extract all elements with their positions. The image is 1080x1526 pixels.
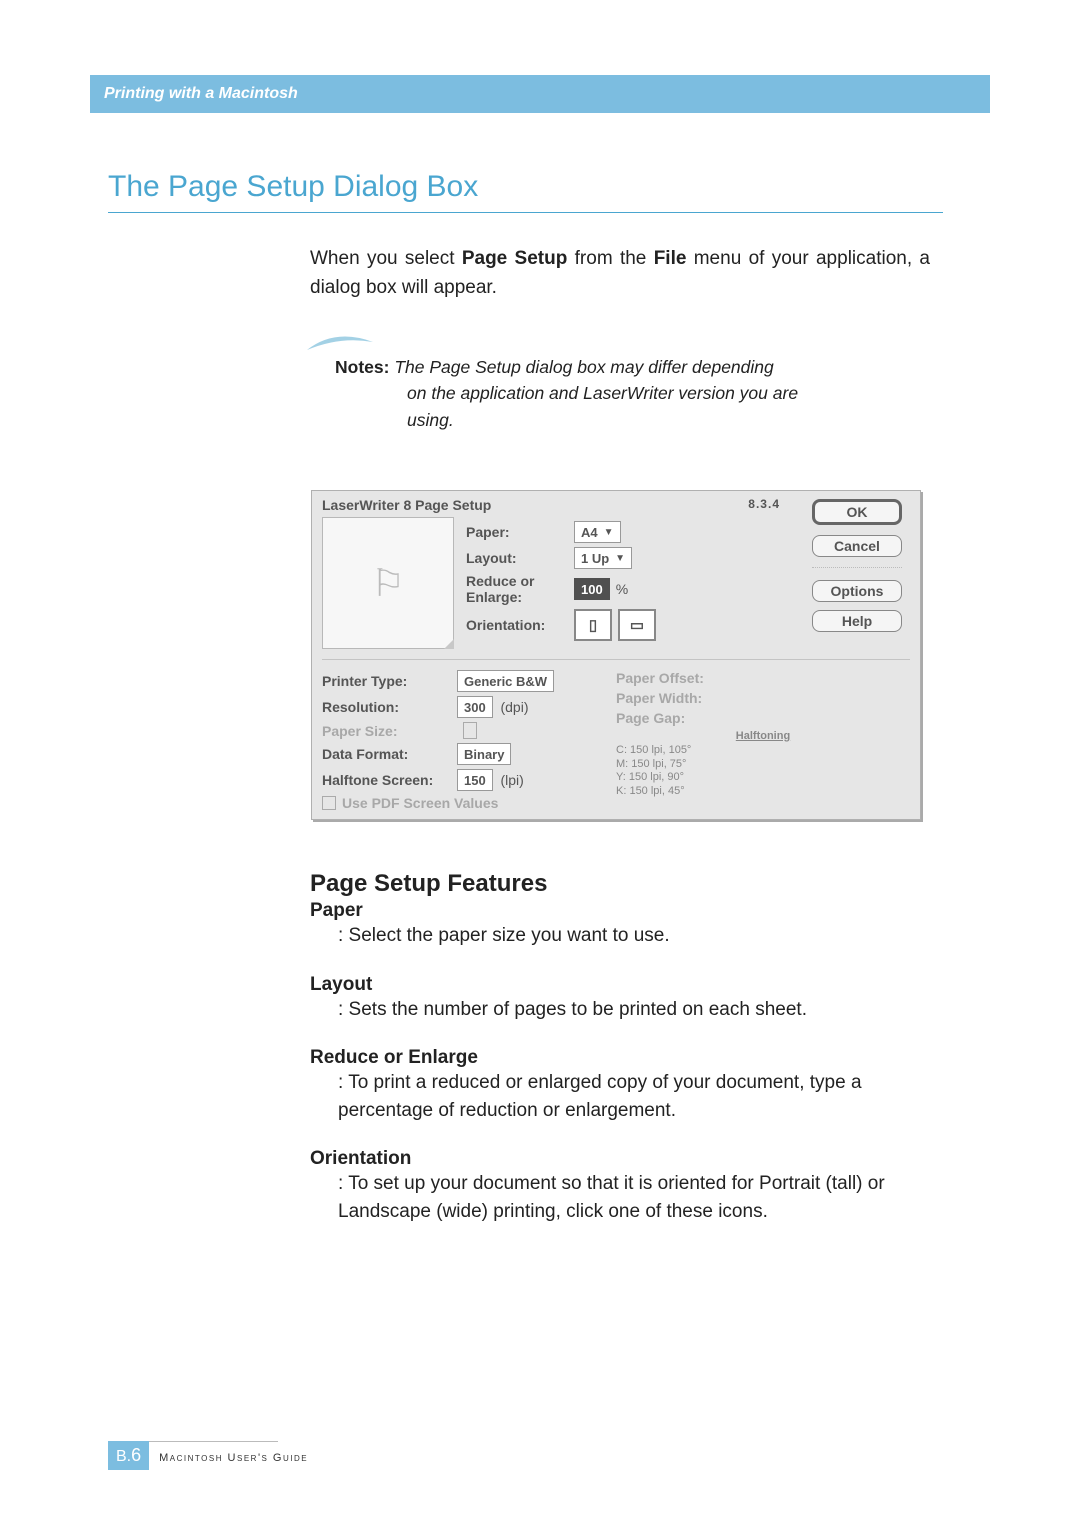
layout-label: Layout: [466,550,574,566]
orientation-portrait-button[interactable]: ▯ [574,609,612,641]
feature-label: Reduce or Enlarge [310,1047,940,1069]
page-number-badge: B.6 [108,1441,149,1470]
feature-label: Layout [310,974,940,996]
paper-size-box [463,722,477,739]
options-button[interactable]: Options [812,580,902,602]
features-heading: Page Setup Features [310,870,940,898]
feature-desc: : To print a reduced or enlarged copy of… [310,1069,940,1124]
reduce-enlarge-input[interactable]: 100 [574,578,610,600]
resolution-label: Resolution: [322,699,457,715]
footer-caption: Macintosh User's Guide [159,1452,308,1464]
chevron-down-icon: ▼ [615,553,625,564]
page-footer: B.6 Macintosh User's Guide [108,1441,308,1470]
dogcow-icon: ⚐ [371,561,405,606]
reduce-enlarge-label: Reduce orEnlarge: [466,573,574,605]
title-rule [108,212,943,213]
feature-desc: : Sets the number of pages to be printed… [310,996,940,1024]
paper-label: Paper: [466,524,574,540]
page-setup-dialog: LaserWriter 8 Page Setup 8.3.4 OK Cancel… [311,490,921,820]
page-title: The Page Setup Dialog Box [108,170,478,204]
dialog-title: LaserWriter 8 Page Setup [322,497,491,513]
help-button[interactable]: Help [812,610,902,632]
cancel-button[interactable]: Cancel [812,535,902,557]
paper-size-label: Paper Size: [322,723,457,739]
halftone-screen-input[interactable]: 150 [457,769,493,791]
page-gap-label: Page Gap: [616,710,685,726]
page-preview: ⚐ [322,517,454,649]
paper-width-label: Paper Width: [616,690,702,706]
paper-offset-label: Paper Offset: [616,670,704,686]
halftone-screen-label: Halftone Screen: [322,772,457,788]
feature-label: Paper [310,900,940,922]
chevron-down-icon: ▼ [604,527,614,538]
notes-block: Notes: The Page Setup dialog box may dif… [335,354,935,433]
orientation-landscape-button[interactable]: ▭ [618,609,656,641]
swoosh-icon [305,330,375,358]
use-pdf-label: Use PDF Screen Values [342,795,498,811]
orientation-label: Orientation: [466,617,574,633]
section-header-text: Printing with a Macintosh [104,85,298,103]
printer-type-dropdown[interactable]: Generic B&W [457,670,554,692]
ok-button[interactable]: OK [812,499,902,525]
data-format-label: Data Format: [322,746,457,762]
feature-desc: : Select the paper size you want to use. [310,922,940,950]
dialog-separator [322,659,910,660]
percent-label: % [616,581,628,597]
halftoning-info: Halftoning C: 150 lpi, 105° M: 150 lpi, … [616,730,910,799]
dialog-version: 8.3.4 [748,497,780,513]
page-setup-features: Page Setup Features Paper : Select the p… [310,870,940,1249]
data-format-dropdown[interactable]: Binary [457,743,511,765]
paper-dropdown[interactable]: A4▼ [574,521,621,543]
printer-type-label: Printer Type: [322,673,457,689]
section-header: Printing with a Macintosh [90,75,990,113]
intro-paragraph: When you select Page Setup from the File… [310,245,930,302]
feature-desc: : To set up your document so that it is … [310,1170,940,1225]
resolution-input[interactable]: 300 [457,696,493,718]
use-pdf-checkbox[interactable] [322,796,336,810]
feature-label: Orientation [310,1148,940,1170]
notes-label: Notes: [335,357,389,377]
layout-dropdown[interactable]: 1 Up▼ [574,547,632,569]
